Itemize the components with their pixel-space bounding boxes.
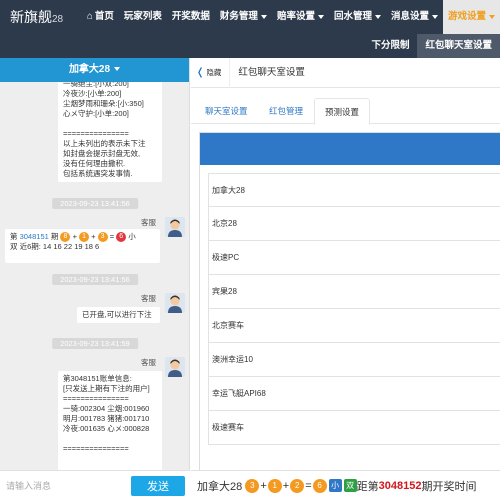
nav-finance[interactable]: 财务管理 bbox=[215, 0, 272, 34]
chat-message-input[interactable] bbox=[6, 477, 124, 495]
issue-prefix: 第 bbox=[10, 232, 18, 241]
nav-messages-label: 消息设置 bbox=[390, 11, 429, 22]
nav-rebate[interactable]: 回水管理 bbox=[329, 0, 386, 34]
result-size: 小 bbox=[128, 232, 136, 241]
user-avatar-icon bbox=[165, 217, 185, 237]
nav-lottery-data[interactable]: 开奖数据 bbox=[167, 0, 215, 34]
size-tag: 小 bbox=[328, 479, 342, 492]
chat-room-selector[interactable]: 加拿大28 bbox=[0, 58, 189, 82]
nav-game-settings[interactable]: 游戏设置 bbox=[442, 0, 500, 34]
subtab-redpacket[interactable]: 红包管理 bbox=[259, 98, 313, 124]
nav-home-label: 首页 bbox=[94, 11, 114, 22]
chevron-down-icon bbox=[260, 15, 267, 19]
game-row[interactable]: 澳洲幸运10 bbox=[208, 343, 500, 377]
send-button[interactable]: 发送 bbox=[131, 476, 185, 496]
issue-suffix: 期 bbox=[50, 232, 59, 241]
top-navbar: 新旗舰28 ⌂ 首页 玩家列表 开奖数据 财务管理 赔率设置 回水管理 消息设置 … bbox=[0, 0, 500, 34]
message-timestamp: 2023-09-23 13:41:56 bbox=[52, 274, 138, 285]
main-content: ❬ 隐藏 红包聊天室设置 聊天室设置 红包管理 预测设置 加拿大28 北京28 极… bbox=[191, 57, 500, 500]
chevron-down-icon bbox=[489, 15, 495, 19]
game-row[interactable]: 加拿大28 bbox=[208, 173, 500, 207]
chat-room-name: 加拿大28 bbox=[68, 64, 111, 75]
user-avatar-icon bbox=[165, 357, 185, 377]
brand-name: 新旗舰 bbox=[10, 9, 52, 25]
result-line-2: 双 近6期: 14 16 22 19 18 6 bbox=[10, 242, 100, 252]
message-sender: 客服 bbox=[141, 218, 156, 227]
message-timestamp: 2023-09-23 13:41:59 bbox=[52, 338, 138, 349]
result-ball: 3 bbox=[97, 232, 108, 243]
subtab-prediction[interactable]: 预测设置 bbox=[314, 98, 371, 125]
game-row[interactable]: 幸运飞艇API68 bbox=[208, 377, 500, 411]
chevron-left-icon: ❬ bbox=[196, 67, 205, 78]
nav-messages[interactable]: 消息设置 bbox=[386, 0, 443, 34]
message-sender: 客服 bbox=[141, 358, 156, 367]
footer-ball: 2 bbox=[290, 478, 305, 493]
chat-panel: 加拿大28 一骑绝尘:[小双:200] 冷夜沙:[小单:200] 尘烟梦雨和珊朵… bbox=[0, 58, 190, 500]
avatar bbox=[165, 357, 185, 377]
chat-messages[interactable]: 一骑绝尘:[小双:200] 冷夜沙:[小单:200] 尘烟梦雨和珊朵:[小:35… bbox=[0, 82, 190, 470]
hide-label: 隐藏 bbox=[206, 68, 222, 77]
home-icon: ⌂ bbox=[86, 11, 93, 22]
nav-game-settings-label: 游戏设置 bbox=[447, 11, 486, 22]
subnav-chatroom-settings[interactable]: 红包聊天室设置 bbox=[417, 34, 500, 58]
chat-input-bar: 发送 bbox=[0, 470, 190, 500]
issue-number: 3048151 bbox=[19, 232, 49, 241]
avatar bbox=[165, 293, 185, 313]
nav-lottery-data-label: 开奖数据 bbox=[171, 11, 210, 22]
prediction-panel: 加拿大28 北京28 极速PC 宾果28 北京赛车 澳洲幸运10 幸运飞艇API… bbox=[199, 132, 500, 472]
chat-message-bets: 一骑绝尘:[小双:200] 冷夜沙:[小单:200] 尘烟梦雨和珊朵:[小:35… bbox=[58, 82, 162, 182]
nav-home[interactable]: ⌂ 首页 bbox=[82, 0, 119, 34]
result-ball: 8 bbox=[60, 232, 71, 243]
avatar bbox=[165, 217, 185, 237]
chevron-down-icon bbox=[114, 67, 121, 72]
nav-odds-label: 赔率设置 bbox=[276, 11, 315, 22]
nav-odds[interactable]: 赔率设置 bbox=[272, 0, 329, 34]
brand-logo[interactable]: 新旗舰28 bbox=[0, 7, 82, 27]
page-tabbar: ❬ 隐藏 红包聊天室设置 bbox=[191, 57, 500, 88]
footer-game-name: 加拿大28 bbox=[197, 480, 243, 493]
message-timestamp: 2023-09-23 13:41:56 bbox=[52, 198, 138, 209]
result-sum-ball: 6 bbox=[116, 232, 127, 243]
main-nav: ⌂ 首页 玩家列表 开奖数据 财务管理 赔率设置 回水管理 消息设置 游戏设置 bbox=[82, 0, 500, 34]
footer-ball: 3 bbox=[245, 478, 260, 493]
sub-navbar: 下分限制 红包聊天室设置 bbox=[0, 34, 500, 58]
chevron-down-icon bbox=[317, 15, 324, 19]
game-list: 加拿大28 北京28 极速PC 宾果28 北京赛车 澳洲幸运10 幸运飞艇API… bbox=[208, 173, 500, 445]
footer-sum-ball: 6 bbox=[312, 478, 327, 493]
chat-message-open: 已开盘,可以进行下注 bbox=[77, 307, 160, 323]
game-row[interactable]: 宾果28 bbox=[208, 275, 500, 309]
draw-status-bar: 加拿大28 3 + 1 + 2 = 6 小 双 距第 3048152 期开奖时间 bbox=[191, 470, 500, 500]
chevron-down-icon bbox=[374, 15, 381, 19]
parity-tag: 双 bbox=[343, 479, 357, 492]
chat-message-bill: 第3048151账单信息: [只发送上期有下注的用户] ============… bbox=[58, 371, 162, 470]
nav-finance-label: 财务管理 bbox=[219, 11, 258, 22]
chevron-down-icon bbox=[431, 15, 438, 19]
message-sender: 客服 bbox=[141, 294, 156, 303]
result-line-1: 第 3048151 期 8 + 1 + 3 = 6 小 bbox=[10, 232, 136, 243]
game-row[interactable]: 北京28 bbox=[208, 207, 500, 241]
nav-rebate-label: 回水管理 bbox=[333, 11, 372, 22]
next-issue-number: 3048152 bbox=[378, 479, 422, 492]
brand-version: 28 bbox=[52, 14, 64, 25]
footer-ball: 1 bbox=[267, 478, 282, 493]
footer-prefix: 距第 bbox=[356, 480, 379, 493]
result-ball: 1 bbox=[79, 232, 90, 243]
user-avatar-icon bbox=[165, 293, 185, 313]
game-row[interactable]: 极速赛车 bbox=[208, 411, 500, 445]
subtab-chatroom[interactable]: 聊天室设置 bbox=[195, 98, 258, 124]
hide-sidebar-button[interactable]: ❬ 隐藏 bbox=[191, 67, 229, 78]
tab-chatroom-settings[interactable]: 红包聊天室设置 bbox=[229, 57, 313, 88]
footer-suffix: 期开奖时间 bbox=[421, 480, 477, 493]
game-row[interactable]: 极速PC bbox=[208, 241, 500, 275]
settings-subtabs: 聊天室设置 红包管理 预测设置 bbox=[191, 98, 500, 125]
nav-player-list[interactable]: 玩家列表 bbox=[119, 0, 167, 34]
subnav-withdraw-limit[interactable]: 下分限制 bbox=[363, 34, 417, 58]
game-row[interactable]: 北京赛车 bbox=[208, 309, 500, 343]
chat-message-result: 第 3048151 期 8 + 1 + 3 = 6 小 双 近6期: 14 16… bbox=[5, 229, 160, 263]
nav-player-list-label: 玩家列表 bbox=[123, 11, 162, 22]
panel-header bbox=[200, 133, 500, 165]
